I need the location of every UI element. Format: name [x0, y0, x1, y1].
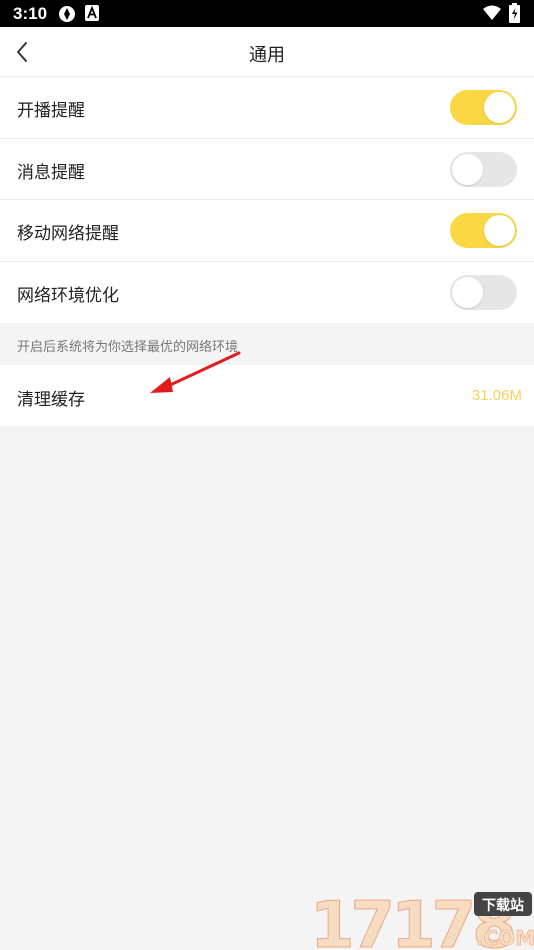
toggle-knob — [484, 92, 515, 123]
setting-row-mobile-network-reminder: 移动网络提醒 — [0, 200, 534, 262]
app-notification-icon — [59, 6, 75, 22]
live-reminder-toggle[interactable] — [450, 90, 517, 125]
setting-row-live-reminder: 开播提醒 — [0, 77, 534, 139]
settings-list: 开播提醒 消息提醒 移动网络提醒 网络环境优化 — [0, 77, 534, 323]
page-title: 通用 — [249, 45, 285, 66]
setting-label: 开播提醒 — [17, 101, 85, 121]
battery-icon — [509, 3, 520, 23]
site-watermark-logo: 17178 下载站 .COM — [310, 889, 534, 950]
top-navigation-bar: 通用 — [0, 27, 534, 77]
message-reminder-toggle[interactable] — [450, 151, 517, 187]
setting-label: 网络环境优化 — [17, 285, 119, 306]
status-bar: 3:10 — [0, 0, 534, 27]
clear-cache-row[interactable]: 清理缓存 31.06M — [0, 365, 534, 426]
setting-row-network-optimization: 网络环境优化 — [0, 262, 534, 324]
mobile-network-reminder-toggle[interactable] — [450, 213, 517, 248]
setting-row-message-reminder: 消息提醒 — [0, 139, 534, 200]
wifi-icon — [483, 5, 501, 20]
watermark-com: .COM — [476, 926, 534, 950]
setting-label: 消息提醒 — [17, 162, 85, 183]
cache-size-value: 31.06M — [471, 387, 522, 404]
watermark-badge-text: 下载站 — [482, 897, 524, 914]
toggle-knob — [452, 276, 483, 308]
toggle-knob — [452, 153, 483, 185]
network-optimization-toggle[interactable] — [450, 274, 517, 310]
app-a-icon — [85, 5, 99, 21]
setting-label: 移动网络提醒 — [17, 224, 119, 244]
toggle-knob — [484, 215, 515, 246]
clear-cache-label: 清理缓存 — [17, 390, 85, 410]
status-time: 3:10 — [13, 4, 48, 23]
network-optimization-hint: 开启后系统将为你选择最优的网络环境 — [17, 340, 239, 355]
